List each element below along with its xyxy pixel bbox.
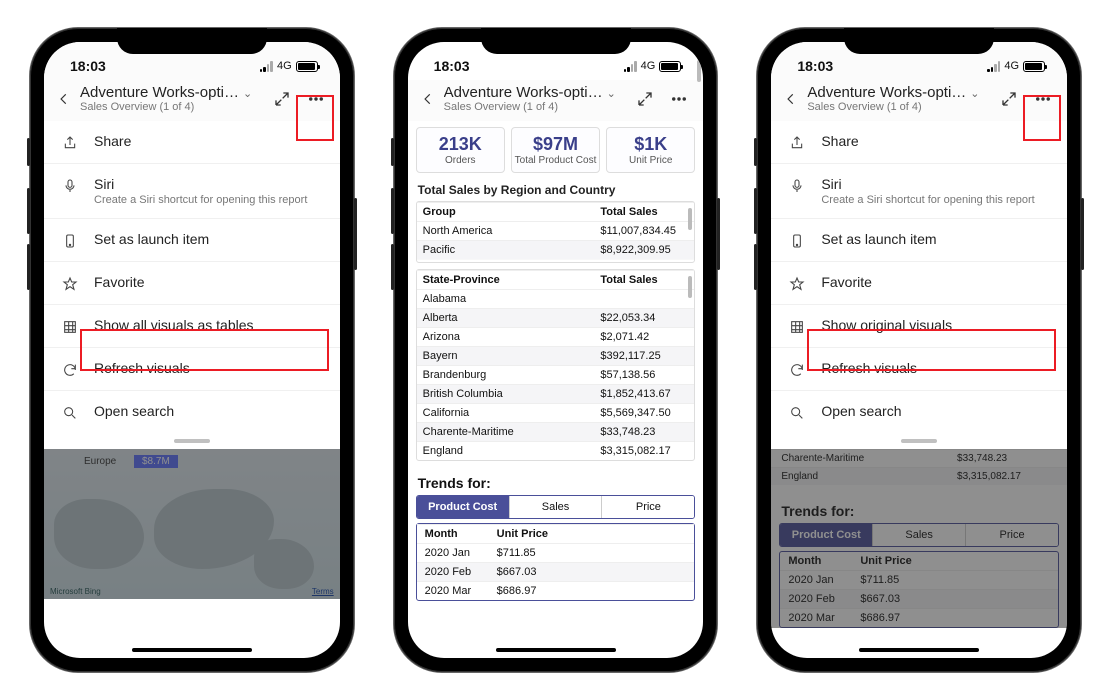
report-title[interactable]: Adventure Works-opti…	[444, 84, 603, 101]
mic-icon	[60, 176, 80, 194]
back-icon[interactable]	[54, 89, 74, 109]
chevron-down-icon[interactable]: ⌄	[966, 88, 979, 100]
battery-icon	[296, 61, 318, 72]
tab-price[interactable]: Price	[602, 496, 694, 518]
phone-icon	[60, 231, 80, 249]
page-subtitle: Sales Overview (1 of 4)	[444, 101, 626, 113]
trends-title: Trends for:	[408, 467, 704, 495]
time-label: 18:03	[434, 58, 470, 74]
options-menu: Share SiriCreate a Siri shortcut for ope…	[44, 121, 340, 443]
home-indicator[interactable]	[859, 648, 979, 652]
dimmed-background-content: Charente-Maritime$33,748.23 England$3,31…	[771, 449, 1067, 628]
phone-1: 18:03 4G Adventure Works-opti…⌄ Sales Ov…	[30, 28, 354, 672]
home-indicator[interactable]	[496, 648, 616, 652]
phone-3: 18:03 4G Adventure Works-opti…⌄ Sales Ov…	[757, 28, 1081, 672]
grid-icon	[787, 317, 807, 335]
kpi-cost[interactable]: $97MTotal Product Cost	[511, 127, 600, 173]
menu-favorite[interactable]: Favorite	[771, 262, 1067, 305]
menu-open-search[interactable]: Open search	[44, 391, 340, 433]
more-options-icon[interactable]	[1029, 85, 1057, 113]
app-header: Adventure Works-opti…⌄ Sales Overview (1…	[771, 80, 1067, 121]
grid-icon	[60, 317, 80, 335]
battery-icon	[1023, 61, 1045, 72]
chevron-down-icon[interactable]: ⌄	[239, 88, 252, 100]
dimmed-background-content: Europe$8.7M Microsoft BingTerms	[44, 449, 340, 599]
time-label: 18:03	[797, 58, 833, 74]
menu-siri[interactable]: SiriCreate a Siri shortcut for opening t…	[771, 164, 1067, 219]
trends-tabs: Product Cost Sales Price	[416, 495, 696, 519]
menu-open-search[interactable]: Open search	[771, 391, 1067, 433]
report-title[interactable]: Adventure Works-opti…	[807, 84, 966, 101]
share-icon	[787, 133, 807, 151]
app-header: Adventure Works-opti…⌄ Sales Overview (1…	[44, 80, 340, 121]
star-icon	[787, 274, 807, 292]
search-icon	[787, 403, 807, 421]
star-icon	[60, 274, 80, 292]
phone-icon	[787, 231, 807, 249]
tab-sales[interactable]: Sales	[510, 496, 603, 518]
expand-icon[interactable]	[631, 85, 659, 113]
menu-show-original[interactable]: Show original visuals	[771, 305, 1067, 348]
page-subtitle: Sales Overview (1 of 4)	[80, 101, 262, 113]
home-indicator[interactable]	[132, 648, 252, 652]
mic-icon	[787, 176, 807, 194]
state-table[interactable]: State-ProvinceTotal Sales Alabama Albert…	[416, 269, 696, 461]
network-label: 4G	[277, 60, 292, 72]
time-label: 18:03	[70, 58, 106, 74]
menu-launch-item[interactable]: Set as launch item	[771, 219, 1067, 262]
more-options-icon[interactable]	[302, 85, 330, 113]
menu-refresh[interactable]: Refresh visuals	[44, 348, 340, 391]
expand-icon[interactable]	[268, 85, 296, 113]
tab-product-cost[interactable]: Product Cost	[417, 496, 510, 518]
kpi-row: 213KOrders $97MTotal Product Cost $1KUni…	[408, 121, 704, 179]
chevron-down-icon[interactable]: ⌄	[603, 88, 616, 100]
expand-icon[interactable]	[995, 85, 1023, 113]
signal-icon	[987, 61, 1000, 72]
signal-icon	[260, 61, 273, 72]
drag-handle[interactable]	[901, 439, 937, 443]
phone-2: 18:03 4G Adventure Works-opti…⌄ Sales Ov…	[394, 28, 718, 672]
region-section-title: Total Sales by Region and Country	[408, 179, 704, 199]
battery-icon	[659, 61, 681, 72]
app-header: Adventure Works-opti…⌄ Sales Overview (1…	[408, 80, 704, 121]
network-label: 4G	[641, 60, 656, 72]
menu-show-tables[interactable]: Show all visuals as tables	[44, 305, 340, 348]
trends-table[interactable]: MonthUnit Price 2020 Jan$711.85 2020 Feb…	[416, 523, 696, 601]
signal-icon	[624, 61, 637, 72]
back-icon[interactable]	[418, 89, 438, 109]
kpi-orders[interactable]: 213KOrders	[416, 127, 505, 173]
more-options-icon[interactable]	[665, 85, 693, 113]
refresh-icon	[60, 360, 80, 378]
refresh-icon	[787, 360, 807, 378]
back-icon[interactable]	[781, 89, 801, 109]
page-subtitle: Sales Overview (1 of 4)	[807, 101, 989, 113]
region-table[interactable]: GroupTotal Sales North America$11,007,83…	[416, 201, 696, 263]
drag-handle[interactable]	[174, 439, 210, 443]
report-title[interactable]: Adventure Works-opti…	[80, 84, 239, 101]
menu-siri[interactable]: SiriCreate a Siri shortcut for opening t…	[44, 164, 340, 219]
options-menu: Share SiriCreate a Siri shortcut for ope…	[771, 121, 1067, 443]
search-icon	[60, 403, 80, 421]
menu-favorite[interactable]: Favorite	[44, 262, 340, 305]
menu-launch-item[interactable]: Set as launch item	[44, 219, 340, 262]
kpi-price[interactable]: $1KUnit Price	[606, 127, 695, 173]
menu-share[interactable]: Share	[771, 121, 1067, 164]
menu-refresh[interactable]: Refresh visuals	[771, 348, 1067, 391]
share-icon	[60, 133, 80, 151]
menu-share[interactable]: Share	[44, 121, 340, 164]
network-label: 4G	[1004, 60, 1019, 72]
